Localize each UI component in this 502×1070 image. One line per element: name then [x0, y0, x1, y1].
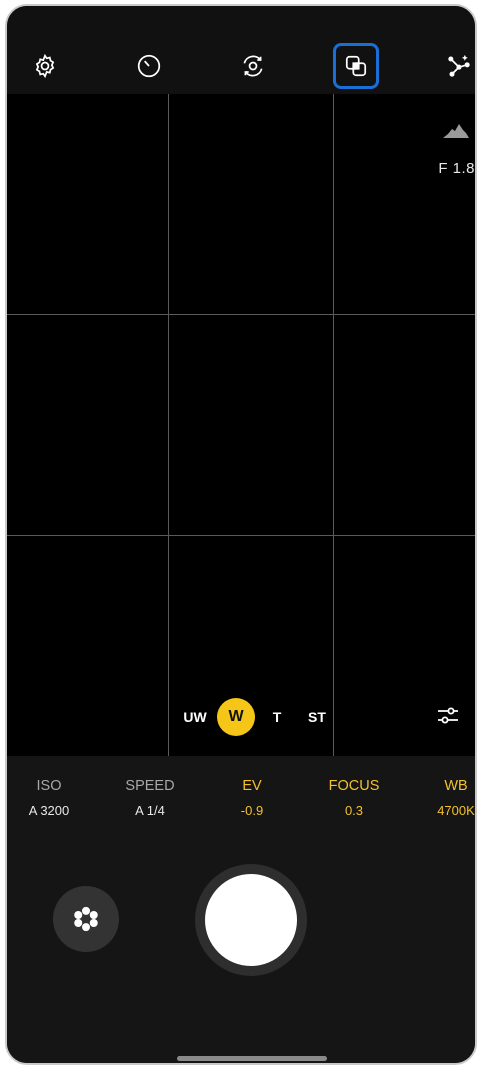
histogram-icon[interactable] [443, 122, 469, 138]
wb-label: WB [444, 778, 468, 794]
wb-value: 4700K [437, 803, 475, 818]
viewfinder[interactable]: F 1.8 UW W T ST [7, 94, 475, 756]
aperture-value: F 1.8 [438, 160, 475, 177]
grid-line [7, 535, 475, 536]
timer-button[interactable] [127, 44, 171, 88]
grid-line [168, 94, 169, 756]
grid-line [7, 314, 475, 315]
home-indicator[interactable] [177, 1056, 327, 1061]
sliders-icon[interactable] [437, 706, 459, 726]
star-trail-button[interactable] [437, 44, 475, 88]
grid-line [333, 94, 334, 756]
focus-value: 0.3 [344, 803, 364, 818]
lens-selector: UW W T ST [175, 697, 337, 737]
flower-icon [74, 906, 98, 932]
effects-button[interactable] [53, 886, 119, 952]
iso-value: A 3200 [28, 803, 70, 818]
shutter-inner [205, 874, 297, 966]
phone-frame: F 1.8 UW W T ST ISO A 3200 SPEED A 1/4 E… [5, 4, 477, 1065]
speed-control[interactable]: SPEED A 1/4 [105, 778, 195, 818]
star-trail-icon [448, 54, 470, 77]
focus-control[interactable]: FOCUS 0.3 [309, 778, 399, 818]
timer-icon [137, 54, 161, 78]
settings-button[interactable] [23, 44, 67, 88]
gear-icon [35, 53, 55, 79]
ev-control[interactable]: EV -0.9 [207, 778, 297, 818]
shutter-button[interactable] [195, 864, 307, 976]
iso-label: ISO [36, 778, 62, 794]
iso-control[interactable]: ISO A 3200 [7, 778, 94, 818]
focus-label: FOCUS [328, 778, 380, 794]
speed-value: A 1/4 [135, 803, 165, 818]
lens-option-w[interactable]: W [217, 698, 255, 736]
speed-label: SPEED [125, 778, 175, 794]
overlay-button[interactable] [333, 43, 379, 89]
ev-label: EV [242, 778, 262, 794]
motion-photo-button[interactable] [231, 44, 275, 88]
lens-option-uw[interactable]: UW [175, 709, 215, 725]
control-panel: ISO A 3200 SPEED A 1/4 EV -0.9 FOCUS 0.3… [7, 756, 475, 1063]
ev-value: -0.9 [240, 803, 264, 818]
top-toolbar [7, 6, 475, 94]
motion-photo-icon [243, 55, 263, 77]
wb-control[interactable]: WB 4700K [411, 778, 475, 818]
overlay-icon [345, 55, 367, 77]
lens-option-st[interactable]: ST [297, 709, 337, 725]
lens-option-t[interactable]: T [257, 709, 297, 725]
